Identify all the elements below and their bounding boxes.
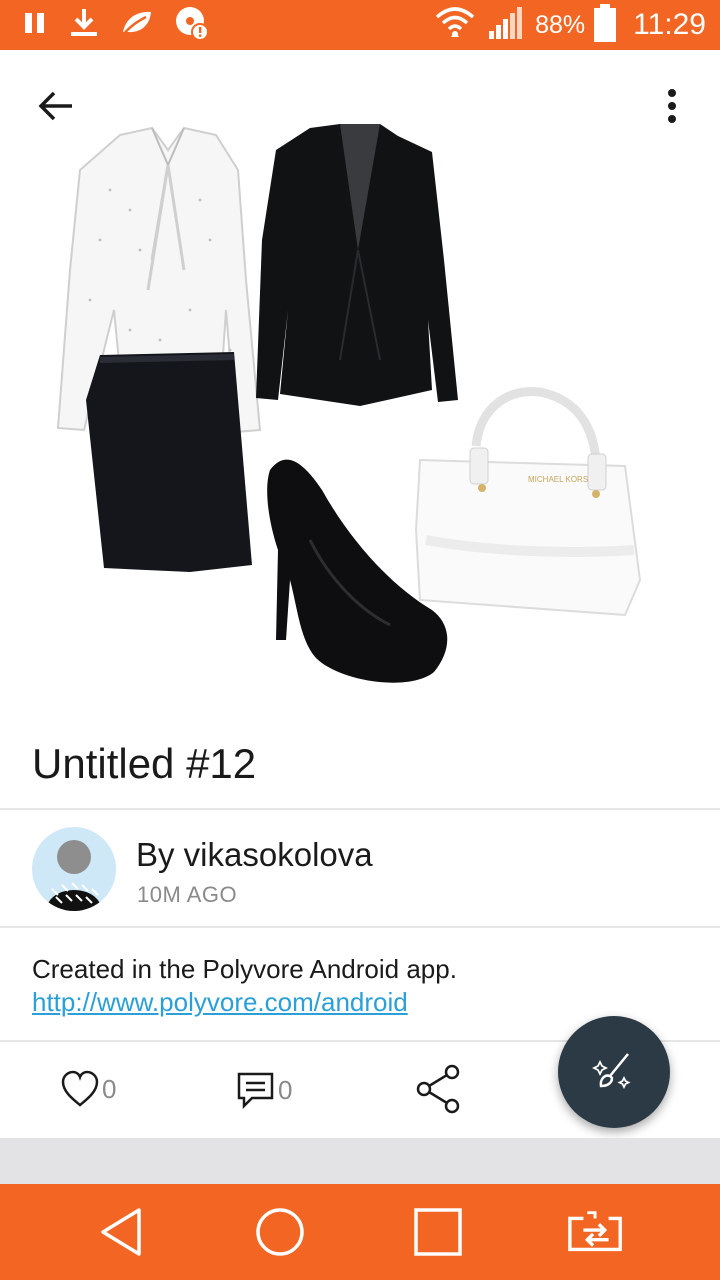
back-button[interactable] bbox=[28, 82, 84, 130]
description-link[interactable]: http://www.polyvore.com/android bbox=[32, 987, 408, 1017]
status-bar: 88% 11:29 bbox=[0, 0, 720, 50]
author-name[interactable]: By vikasokolova bbox=[136, 836, 373, 874]
comment-count: 0 bbox=[278, 1074, 293, 1105]
black-knit-skirt bbox=[86, 352, 252, 572]
alert-disc-icon bbox=[174, 5, 210, 46]
handbag-brand-label: MICHAEL KORS bbox=[528, 475, 588, 484]
nav-switch-button[interactable] bbox=[566, 1204, 626, 1260]
comment-icon bbox=[237, 1072, 274, 1110]
download-icon bbox=[68, 7, 100, 44]
home-circle-icon bbox=[256, 1208, 304, 1256]
battery-percent: 88% bbox=[535, 10, 586, 39]
more-vert-icon bbox=[668, 89, 676, 123]
wifi-icon bbox=[433, 5, 477, 46]
description-text: Created in the Polyvore Android app. bbox=[32, 954, 457, 984]
clock: 11:29 bbox=[633, 8, 706, 41]
black-blazer bbox=[256, 124, 458, 406]
pause-icon bbox=[22, 10, 48, 41]
share-icon bbox=[416, 1064, 460, 1114]
divider bbox=[0, 808, 720, 810]
battery-icon bbox=[593, 3, 617, 47]
system-nav-bar bbox=[0, 1184, 720, 1280]
switch-icon bbox=[568, 1211, 622, 1252]
comment-button[interactable]: 0 bbox=[236, 1070, 292, 1110]
back-triangle-icon bbox=[101, 1208, 141, 1256]
content-bottom-strip bbox=[0, 1138, 720, 1184]
posted-time: 10M AGO bbox=[137, 882, 238, 907]
more-options-button[interactable] bbox=[648, 82, 696, 130]
signal-icon bbox=[487, 5, 525, 46]
heart-icon bbox=[61, 1070, 99, 1107]
divider bbox=[0, 926, 720, 928]
nav-back-button[interactable] bbox=[92, 1204, 152, 1260]
set-description: Created in the Polyvore Android app. htt… bbox=[32, 953, 672, 1019]
like-button[interactable]: 0 bbox=[60, 1070, 116, 1108]
avatar[interactable] bbox=[32, 827, 116, 911]
set-title: Untitled #12 bbox=[32, 740, 257, 787]
leaf-icon bbox=[120, 8, 154, 43]
back-arrow-icon bbox=[38, 91, 72, 121]
white-handbag: MICHAEL KORS bbox=[414, 386, 642, 617]
like-count: 0 bbox=[102, 1073, 117, 1104]
recents-square-icon bbox=[414, 1208, 462, 1256]
nav-recents-button[interactable] bbox=[408, 1204, 468, 1260]
magic-brush-icon bbox=[592, 1053, 631, 1090]
outfit-set-image[interactable]: MICHAEL KORS bbox=[40, 110, 680, 710]
nav-home-button[interactable] bbox=[250, 1204, 310, 1260]
share-button[interactable] bbox=[416, 1064, 462, 1114]
remix-fab[interactable] bbox=[558, 1016, 670, 1128]
